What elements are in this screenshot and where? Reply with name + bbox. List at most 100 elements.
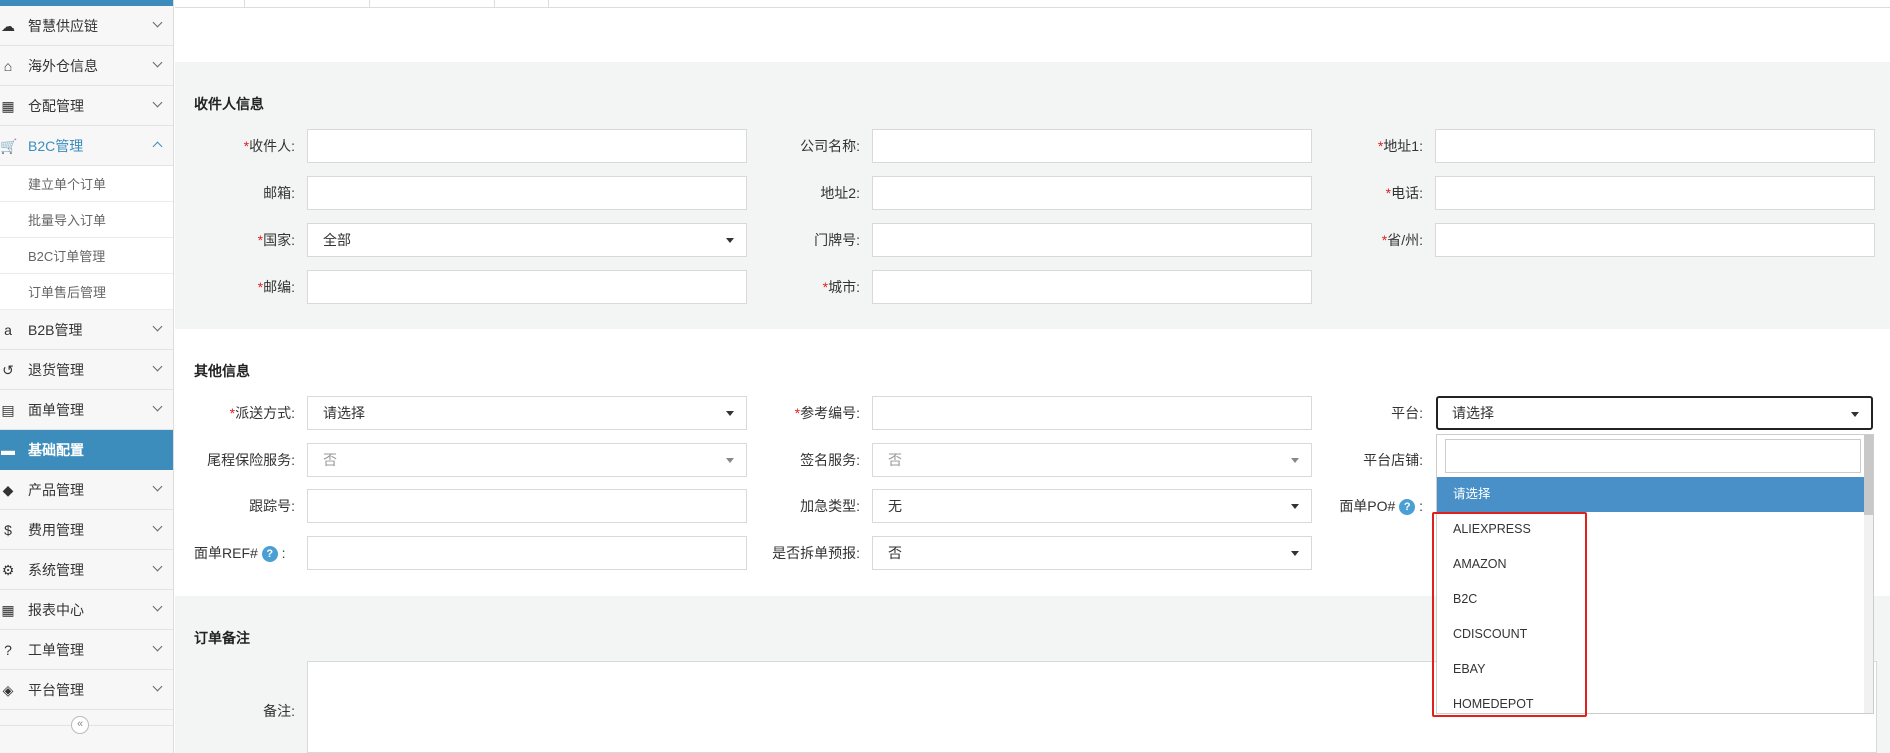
sidebar-item-3[interactable]: 🛒 B2C管理 — [0, 126, 173, 166]
sidebar-item-2[interactable]: ▦ 仓配管理 — [0, 86, 173, 126]
chevron-down-icon — [152, 57, 163, 68]
sidebar-item-0[interactable]: ☁ 智慧供应链 — [0, 6, 173, 46]
sidebar-subitem-1[interactable]: 批量导入订单 — [0, 202, 173, 238]
sidebar-item-label: B2C管理 — [28, 137, 84, 154]
address1-label: *地址1: — [1377, 138, 1423, 154]
dropdown-scrollbar[interactable] — [1864, 435, 1873, 713]
help-icon[interactable]: ? — [1399, 499, 1416, 516]
sidebar-item-1[interactable]: ⌂ 海外仓信息 — [0, 46, 173, 86]
insurance-label: 尾程保险服务: — [207, 452, 295, 468]
scrollbar-thumb[interactable] — [1864, 435, 1873, 515]
company-input[interactable] — [872, 129, 1312, 163]
sidebar-item-11[interactable]: ▦ 报表中心 — [0, 590, 173, 630]
remark-title: 订单备注 — [194, 630, 250, 646]
folder-icon: ▬ — [1, 442, 15, 458]
recipient-input[interactable] — [307, 129, 747, 163]
sidebar-item-8[interactable]: ◆ 产品管理 — [0, 470, 173, 510]
signature-select[interactable]: 否 — [872, 443, 1312, 477]
dollar-icon: $ — [4, 522, 12, 538]
sidebar: ☁ 智慧供应链 ⌂ 海外仓信息 ▦ 仓配管理 🛒 B2C管理 建立单个订单 批量导入订单 B2C订单… — [0, 0, 174, 753]
dropdown-option[interactable]: EBAY — [1437, 652, 1873, 687]
recipient-label: *收件人: — [243, 138, 295, 154]
cube-icon: ◈ — [2, 682, 14, 698]
country-label: *国家: — [257, 232, 295, 248]
tab-2[interactable] — [245, 0, 370, 8]
consignee-title: 收件人信息 — [194, 96, 264, 112]
province-input[interactable] — [1435, 223, 1875, 257]
house-no-input[interactable] — [872, 223, 1312, 257]
address2-label: 地址2: — [820, 185, 860, 201]
sidebar-item-5[interactable]: ↺ 退货管理 — [0, 350, 173, 390]
chevron-down-icon — [152, 601, 163, 612]
sidebar-item-7[interactable]: ▬ 基础配置 — [0, 430, 173, 470]
sidebar-subitem-0[interactable]: 建立单个订单 — [0, 166, 173, 202]
chevron-down-icon — [152, 97, 163, 108]
address2-input[interactable] — [872, 176, 1312, 210]
chevron-down-icon — [152, 17, 163, 28]
signature-label: 签名服务: — [800, 452, 860, 468]
sidebar-item-6[interactable]: ▤ 面单管理 — [0, 390, 173, 430]
grid-icon: ▦ — [1, 98, 15, 114]
home-icon: ⌂ — [3, 58, 13, 74]
zipcode-input[interactable] — [307, 270, 747, 304]
dropdown-option[interactable]: CDISCOUNT — [1437, 617, 1873, 652]
sidebar-item-9[interactable]: $ 费用管理 — [0, 510, 173, 550]
dropdown-option[interactable]: AMAZON — [1437, 547, 1873, 582]
help-icon[interactable]: ? — [261, 546, 278, 563]
insurance-select[interactable]: 否 — [307, 443, 747, 477]
dropdown-option[interactable]: 请选择 — [1437, 477, 1873, 512]
sidebar-item-4[interactable]: a B2B管理 — [0, 310, 173, 350]
ref-input[interactable] — [307, 536, 747, 570]
consignee-section: 收件人信息 *收件人: 公司名称: *地址1: 邮箱: 地址2: *电话: *国… — [175, 62, 1890, 329]
gear-icon: ⚙ — [1, 562, 15, 578]
reference-input[interactable] — [872, 396, 1312, 430]
chevron-down-icon — [152, 321, 163, 332]
chevron-down-icon — [726, 411, 734, 416]
split-select[interactable]: 否 — [872, 536, 1312, 570]
chevron-down-icon — [152, 641, 163, 652]
tracking-input[interactable] — [307, 489, 747, 523]
chevron-down-icon — [726, 458, 734, 463]
sidebar-item-10[interactable]: ⚙ 系统管理 — [0, 550, 173, 590]
sidebar-item-13[interactable]: ◈ 平台管理 — [0, 670, 173, 710]
dropdown-option[interactable]: HOMEDEPOT — [1437, 687, 1873, 713]
urgent-select[interactable]: 无 — [872, 489, 1312, 523]
sidebar-subitem-2[interactable]: B2C订单管理 — [0, 238, 173, 274]
sidebar-item-label: 平台管理 — [28, 681, 84, 698]
address1-input[interactable] — [1435, 129, 1875, 163]
delivery-select[interactable]: 请选择 — [307, 396, 747, 430]
platform-store-label: 平台店铺: — [1363, 452, 1423, 468]
city-input[interactable] — [872, 270, 1312, 304]
email-input[interactable] — [307, 176, 747, 210]
tab-3[interactable] — [370, 0, 495, 8]
country-select[interactable]: 全部 — [307, 223, 747, 257]
sidebar-item-label: 系统管理 — [28, 561, 84, 578]
platform-dropdown: 请选择 ALIEXPRESS AMAZON B2C CDISCOUNT EBAY HOMED… — [1436, 434, 1874, 714]
tag-icon: ◆ — [2, 482, 14, 498]
cloud-icon: ☁ — [1, 18, 15, 34]
sidebar-item-label: 面单管理 — [28, 401, 84, 418]
dropdown-search-input[interactable] — [1445, 439, 1861, 473]
sidebar-subitem-3[interactable]: 订单售后管理 — [0, 274, 173, 310]
question-icon: ? — [4, 642, 12, 658]
chevron-down-icon — [1851, 412, 1859, 417]
dropdown-option[interactable]: B2C — [1437, 582, 1873, 617]
province-label: *省/州: — [1381, 232, 1423, 248]
sidebar-item-label: 海外仓信息 — [28, 57, 98, 74]
phone-input[interactable] — [1435, 176, 1875, 210]
sidebar-item-label: 退货管理 — [28, 361, 84, 378]
platform-select[interactable]: 请选择 — [1436, 396, 1873, 430]
dropdown-option[interactable]: ALIEXPRESS — [1437, 512, 1873, 547]
tab-1[interactable] — [175, 0, 245, 8]
sidebar-item-label: 产品管理 — [28, 481, 84, 498]
sidebar-nav: ☁ 智慧供应链 ⌂ 海外仓信息 ▦ 仓配管理 🛒 B2C管理 建立单个订单 批量导入订单 B2C订单… — [0, 6, 173, 710]
po-label: 面单PO# ? : — [1339, 498, 1423, 516]
tab-4[interactable] — [495, 0, 549, 8]
collapse-sidebar-icon[interactable]: « — [71, 716, 89, 734]
sidebar-item-label: 仓配管理 — [28, 97, 84, 114]
chevron-down-icon — [152, 481, 163, 492]
sidebar-item-12[interactable]: ? 工单管理 — [0, 630, 173, 670]
chevron-down-icon — [152, 361, 163, 372]
sidebar-item-label: B2B管理 — [28, 321, 83, 338]
sidebar-item-label: 费用管理 — [28, 521, 84, 538]
